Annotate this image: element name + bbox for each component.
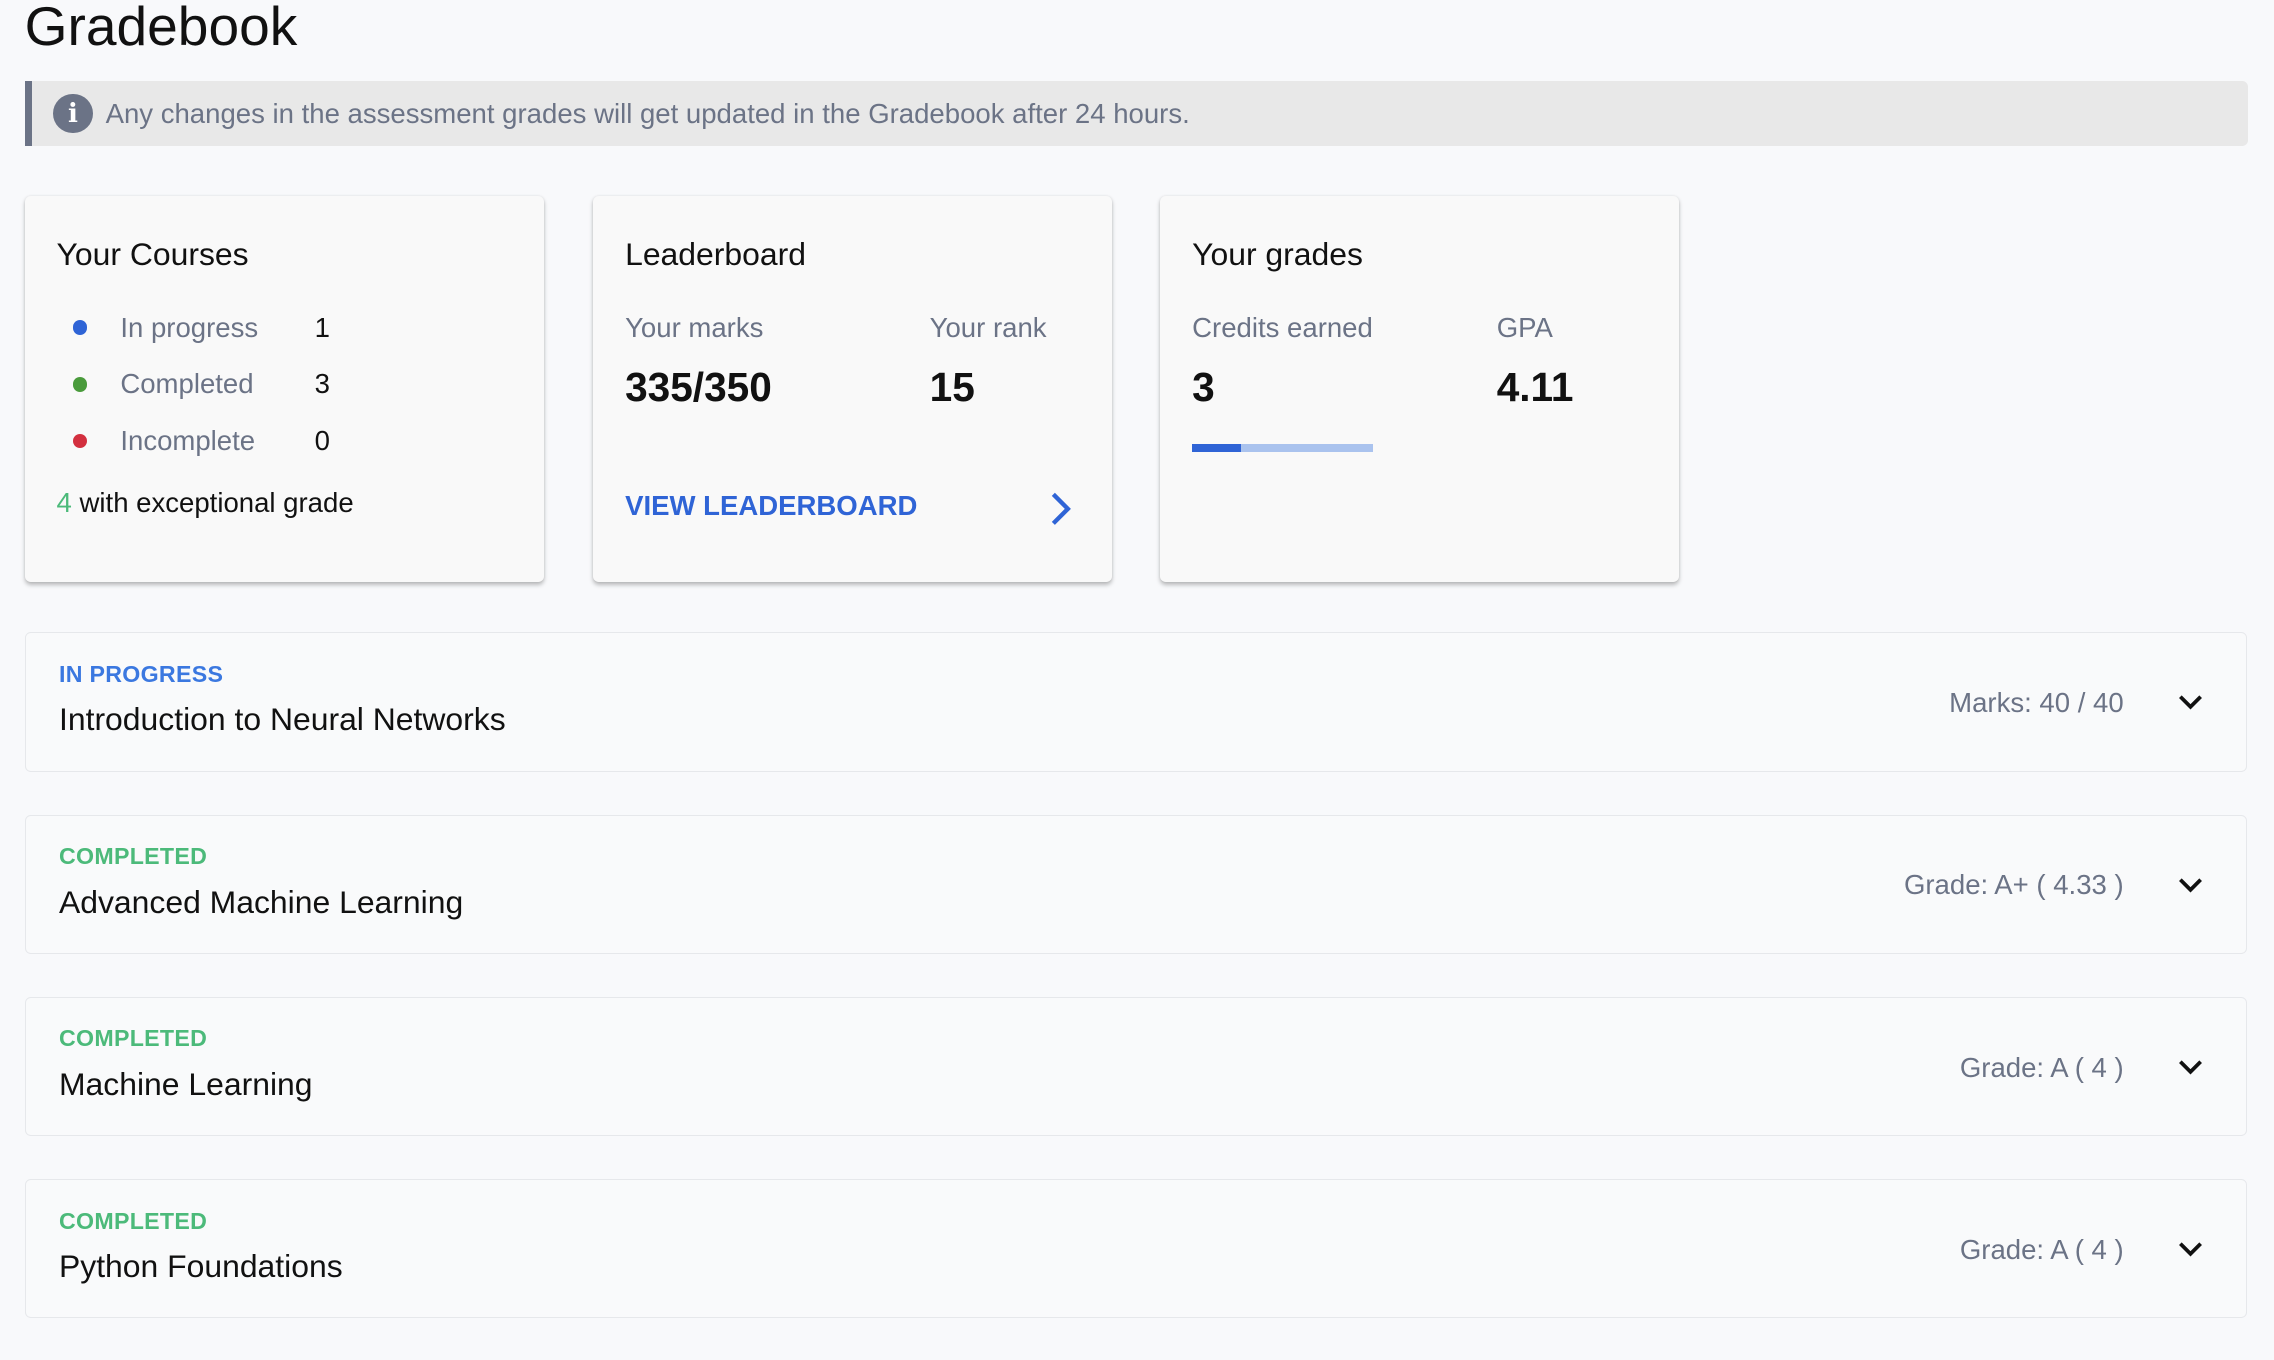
course-row[interactable]: IN PROGRESS Introduction to Neural Netwo… [24, 632, 2247, 772]
gradebook-page: Gradebook i Any changes in the assessmen… [0, 0, 2274, 1360]
chevron-right-icon[interactable] [1049, 490, 1072, 528]
status-dot-icon [72, 433, 87, 449]
your-grades-card: Your grades Credits earned 3 GPA 4.11 [1160, 195, 1680, 582]
credits-value: 3 [1192, 364, 1215, 411]
status-dot-icon [72, 320, 87, 335]
stat-label: Incomplete [120, 424, 256, 456]
stat-label: Completed [120, 368, 254, 400]
stat-count: 3 [314, 368, 330, 400]
course-status: COMPLETED [58, 1025, 208, 1052]
status-dot-icon [72, 377, 87, 392]
page-title: Gradebook [24, 0, 298, 58]
chevron-down-icon[interactable] [2176, 1235, 2205, 1264]
info-icon: i [53, 94, 93, 134]
rank-value: 15 [929, 364, 975, 411]
card-title: Your Courses [56, 236, 249, 273]
course-grade: Grade: A+ ( 4.33 ) [1903, 869, 2124, 901]
course-name: Advanced Machine Learning [58, 883, 464, 920]
stat-label: In progress [120, 311, 259, 343]
course-stat-completed: Completed 3 [57, 356, 512, 413]
card-title: Leaderboard [625, 236, 806, 273]
chevron-down-icon[interactable] [2176, 688, 2205, 717]
gpa-label: GPA [1496, 311, 1553, 343]
course-status: IN PROGRESS [58, 660, 224, 687]
marks-value: 335/350 [625, 364, 772, 411]
stat-count: 1 [314, 311, 330, 343]
exceptional-grade-summary: 4 with exceptional grade [57, 487, 512, 519]
course-grade: Grade: A ( 4 ) [1959, 1233, 2124, 1265]
rank-stat: Your rank 15 [930, 312, 1047, 411]
course-name: Machine Learning [58, 1066, 313, 1103]
view-leaderboard-link[interactable]: VIEW LEADERBOARD [625, 490, 917, 522]
info-banner: i Any changes in the assessment grades w… [24, 81, 2248, 147]
gpa-value: 4.11 [1496, 364, 1574, 411]
exceptional-count: 4 [56, 486, 72, 518]
credits-progress-bar [1192, 443, 1374, 453]
progress-fill [1192, 443, 1242, 453]
stat-count: 0 [314, 424, 330, 456]
course-status: COMPLETED [58, 1207, 208, 1234]
credits-label: Credits earned [1192, 311, 1373, 343]
course-grade: Grade: A ( 4 ) [1959, 1051, 2124, 1083]
marks-stat: Your marks 335/350 [625, 312, 772, 411]
your-courses-card: Your Courses In progress 1 Completed 3 I… [24, 195, 544, 582]
course-name: Introduction to Neural Networks [58, 701, 506, 738]
course-row[interactable]: COMPLETED Advanced Machine Learning Grad… [24, 814, 2247, 954]
course-grade: Marks: 40 / 40 [1949, 686, 2124, 718]
chevron-down-icon[interactable] [2176, 871, 2205, 900]
course-row[interactable]: COMPLETED Machine Learning Grade: A ( 4 … [24, 996, 2247, 1137]
marks-label: Your marks [625, 311, 764, 343]
course-status: COMPLETED [58, 843, 208, 870]
course-stat-in-progress: In progress 1 [57, 299, 512, 356]
course-stat-incomplete: Incomplete 0 [57, 413, 512, 470]
exceptional-text: with exceptional grade [79, 486, 354, 518]
course-row[interactable]: COMPLETED Python Foundations Grade: A ( … [24, 1179, 2247, 1319]
course-name: Python Foundations [58, 1248, 343, 1285]
leaderboard-card: Leaderboard Your marks 335/350 Your rank… [593, 195, 1113, 582]
rank-label: Your rank [929, 311, 1047, 343]
chevron-down-icon[interactable] [2176, 1053, 2205, 1082]
credits-stat: Credits earned 3 [1192, 312, 1373, 411]
banner-text: Any changes in the assessment grades wil… [105, 97, 1190, 129]
gpa-stat: GPA 4.11 [1497, 312, 1574, 411]
card-title: Your grades [1192, 236, 1363, 273]
